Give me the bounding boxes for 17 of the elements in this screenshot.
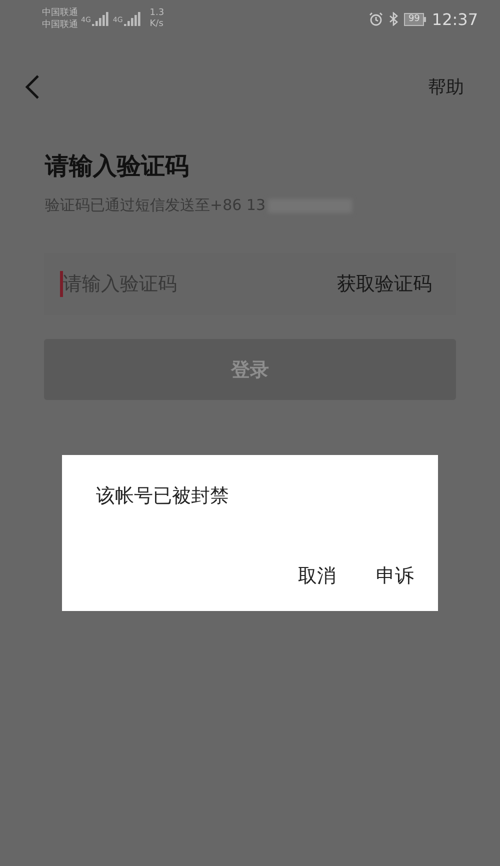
bluetooth-icon <box>389 12 398 26</box>
dialog-message: 该帐号已被封禁 <box>96 484 230 509</box>
carrier-label: 中国联通 <box>42 19 78 31</box>
carrier-label: 中国联通 <box>42 7 78 19</box>
page-title: 请输入验证码 <box>45 151 190 182</box>
network-speed: K/s <box>150 19 164 30</box>
help-link[interactable]: 帮助 <box>428 75 464 99</box>
get-code-button[interactable]: 获取验证码 <box>337 271 432 297</box>
dialog-button[interactable]: 申诉 <box>376 563 414 589</box>
signal-icon <box>124 12 142 26</box>
network-speed: 1.3 <box>150 8 164 19</box>
dialog-button[interactable]: 取消 <box>298 563 336 589</box>
signal-icon <box>92 12 110 26</box>
clock: 12:37 <box>432 10 478 28</box>
battery-icon: 99 <box>404 12 426 26</box>
alarm-icon <box>369 12 384 26</box>
text-cursor <box>60 271 63 297</box>
